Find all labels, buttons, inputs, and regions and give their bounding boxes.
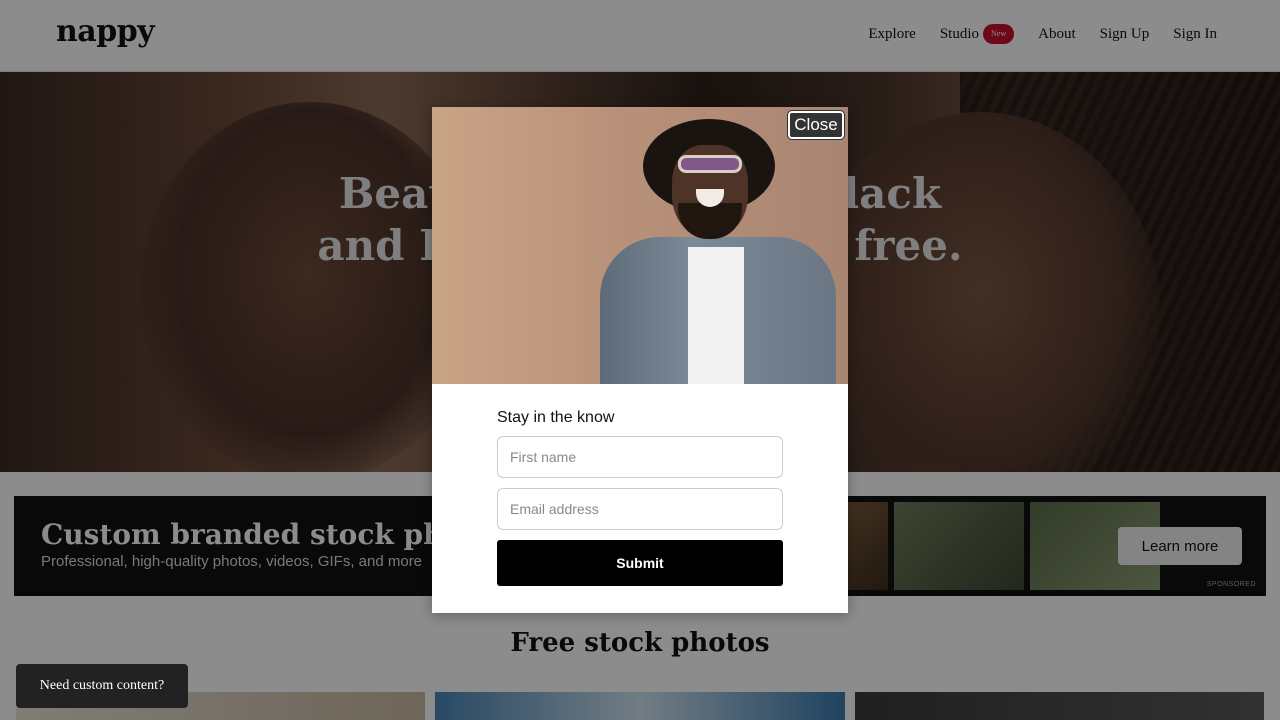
newsletter-form: Stay in the know Submit [497,409,783,586]
close-button[interactable]: Close [787,110,845,140]
newsletter-modal: Close Stay in the know Submit [432,107,848,613]
submit-button[interactable]: Submit [497,540,783,586]
modal-photo-shirt [688,247,744,384]
custom-content-button[interactable]: Need custom content? [16,664,188,708]
email-field[interactable] [497,488,783,530]
first-name-field[interactable] [497,436,783,478]
modal-photo-glasses [678,155,742,173]
form-title: Stay in the know [497,409,615,426]
modal-photo [432,107,848,384]
modal-photo-beard [678,203,742,239]
